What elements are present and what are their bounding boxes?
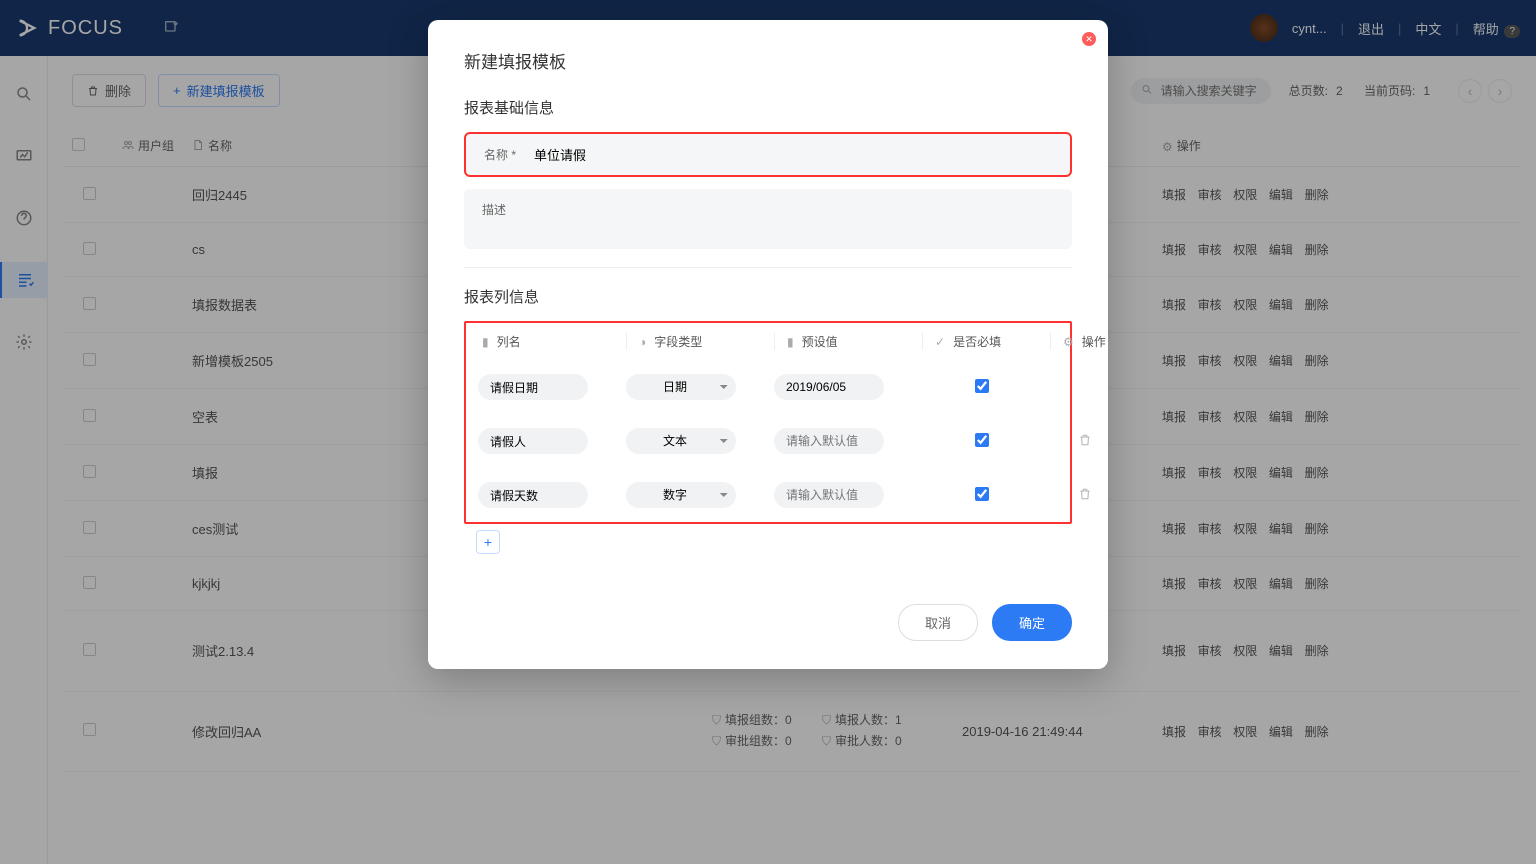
column-required-checkbox[interactable] [975, 433, 989, 447]
section-basic-info: 报表基础信息 [464, 97, 1072, 118]
column-type-select[interactable]: 日期文本数字 [626, 374, 736, 400]
column-required-checkbox[interactable] [975, 487, 989, 501]
section-column-info: 报表列信息 [464, 286, 1072, 307]
template-desc-input[interactable] [532, 201, 1054, 237]
column-delete-button[interactable] [1050, 487, 1120, 504]
new-template-modal: ✕ 新建填报模板 报表基础信息 名称 * 描述 报表列信息 ▮列名 ◑字段类型 … [428, 20, 1108, 669]
modal-footer: 取消 确定 [464, 604, 1072, 641]
doc-icon: ▮ [482, 335, 489, 349]
desc-input-block: 描述 [464, 189, 1072, 249]
template-name-input[interactable] [534, 147, 1052, 162]
doc-icon: ▮ [787, 335, 794, 349]
column-required-checkbox[interactable] [975, 379, 989, 393]
cancel-button[interactable]: 取消 [898, 604, 978, 641]
column-row: 日期文本数字 [466, 414, 1070, 468]
modal-overlay: ✕ 新建填报模板 报表基础信息 名称 * 描述 报表列信息 ▮列名 ◑字段类型 … [0, 0, 1536, 864]
column-type-select[interactable]: 日期文本数字 [626, 428, 736, 454]
column-row: 日期文本数字 [466, 468, 1070, 522]
column-name-input[interactable] [478, 428, 588, 454]
column-name-input[interactable] [478, 374, 588, 400]
columns-header: ▮列名 ◑字段类型 ▮预设值 ✓是否必填 ⚙操作 [466, 323, 1070, 360]
column-row: 日期文本数字 [466, 360, 1070, 414]
confirm-button[interactable]: 确定 [992, 604, 1072, 641]
column-preset-input[interactable] [774, 428, 884, 454]
modal-close-button[interactable]: ✕ [1082, 32, 1096, 46]
column-delete-button[interactable] [1050, 433, 1120, 450]
check-icon: ✓ [935, 335, 945, 349]
desc-label: 描述 [482, 201, 532, 218]
column-type-select[interactable]: 日期文本数字 [626, 482, 736, 508]
modal-title: 新建填报模板 [464, 48, 1072, 73]
column-preset-input[interactable] [774, 482, 884, 508]
name-input-block: 名称 * [464, 132, 1072, 177]
add-column-button[interactable]: + [476, 530, 500, 554]
column-name-input[interactable] [478, 482, 588, 508]
name-label: 名称 * [484, 146, 534, 163]
gear-icon: ⚙ [1063, 335, 1074, 349]
columns-highlight-box: ▮列名 ◑字段类型 ▮预设值 ✓是否必填 ⚙操作 日期文本数字 日期文本数字 日… [464, 321, 1072, 524]
column-preset-input[interactable] [774, 374, 884, 400]
bulb-icon: ◑ [639, 335, 646, 349]
